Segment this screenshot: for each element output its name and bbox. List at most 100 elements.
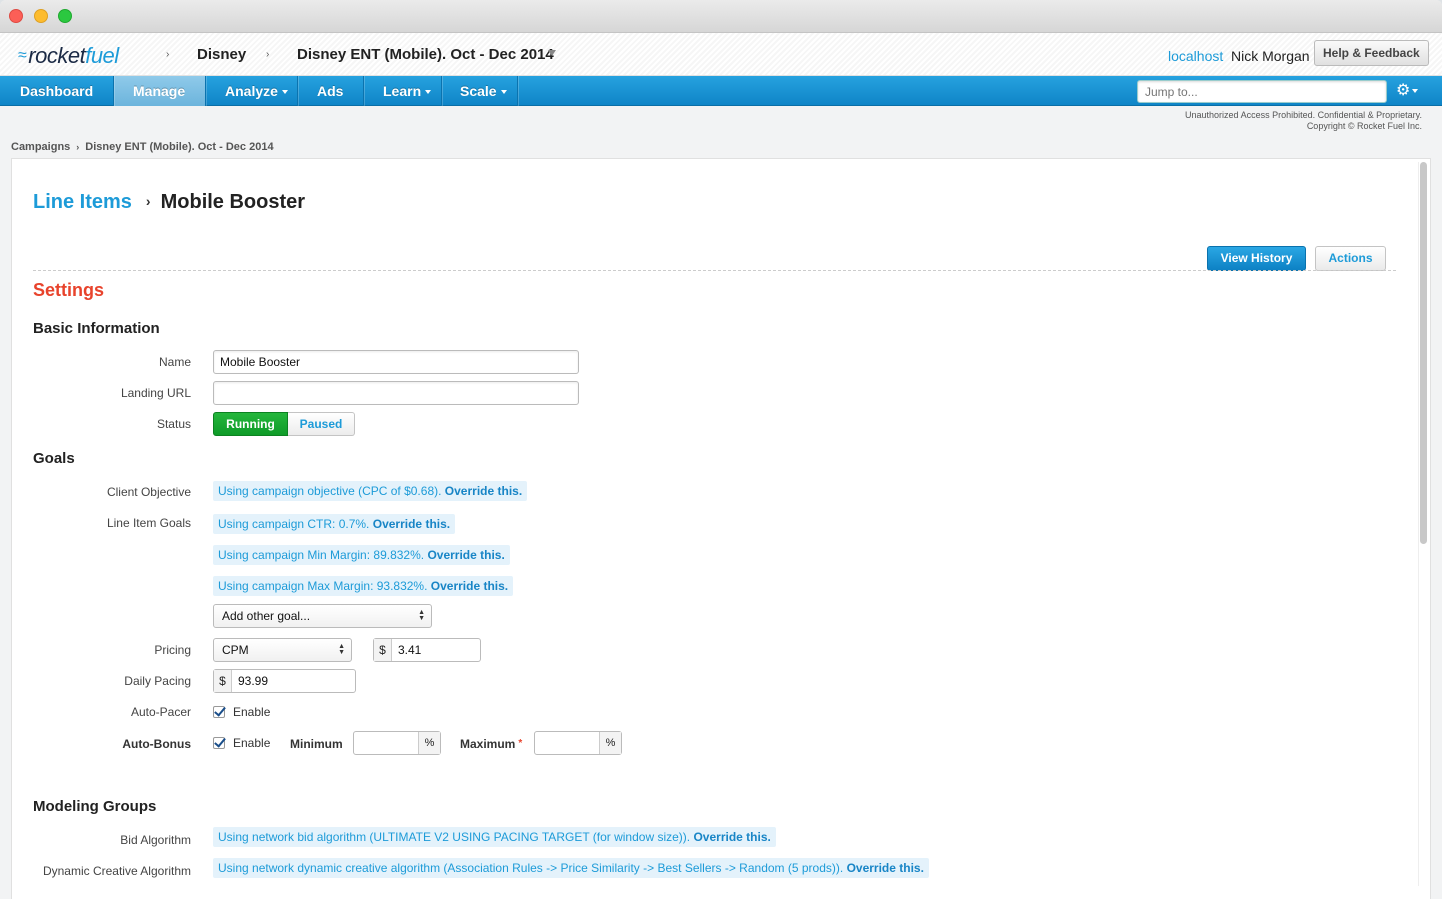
browser-window: ≈ rocket fuel › Disney › Disney ENT (Mobi… <box>0 0 1442 899</box>
auto-pacer-enable-label: Enable <box>233 705 271 719</box>
percent-symbol: % <box>599 732 621 754</box>
maximum-label: Maximum * <box>460 737 522 751</box>
rocketfuel-logo[interactable]: ≈ rocket fuel <box>18 43 119 69</box>
maximize-window-button[interactable] <box>58 9 72 23</box>
currency-symbol: $ <box>214 670 232 692</box>
modeling-groups-heading: Modeling Groups <box>33 798 157 815</box>
pricing-type-select[interactable]: CPM ▲ ▼ <box>213 638 352 662</box>
override-client-objective-link[interactable]: Override this. <box>445 484 522 498</box>
percent-symbol: % <box>418 732 440 754</box>
scrollbar-thumb[interactable] <box>1420 162 1427 544</box>
chevron-right-icon: › <box>145 193 151 209</box>
nav-dashboard[interactable]: Dashboard <box>20 76 93 106</box>
goal-min-margin-text: Using campaign Min Margin: 89.832%. <box>218 548 425 562</box>
minimize-window-button[interactable] <box>34 9 48 23</box>
client-objective-label: Client Objective <box>106 485 191 499</box>
auto-bonus-checkbox[interactable]: Enable <box>213 736 270 750</box>
status-toggle: Running Paused <box>213 412 355 436</box>
auto-bonus-enable-label: Enable <box>233 736 271 750</box>
name-input[interactable]: Mobile Booster <box>213 350 579 374</box>
view-history-button[interactable]: View History <box>1207 246 1306 271</box>
currency-symbol: $ <box>374 639 392 661</box>
auto-pacer-checkbox[interactable]: Enable <box>213 705 270 719</box>
close-window-button[interactable] <box>9 9 23 23</box>
dca-pill: Using network dynamic creative algorithm… <box>213 858 929 878</box>
breadcrumb-current[interactable]: Disney ENT (Mobile). Oct - Dec 2014 <box>85 141 273 153</box>
nav-ads[interactable]: Ads <box>317 76 343 106</box>
main-content: Line Items › Mobile Booster View History A… <box>11 158 1431 899</box>
caret-down-icon <box>1412 88 1419 93</box>
host-link[interactable]: localhost <box>1168 48 1223 64</box>
landing-url-label: Landing URL <box>120 386 191 400</box>
dca-label: Dynamic Creative Algorithm <box>42 864 191 878</box>
auto-bonus-label: Auto-Bonus <box>122 737 191 751</box>
checkbox-checked-icon <box>213 706 225 718</box>
app-header: ≈ rocket fuel › Disney › Disney ENT (Mobi… <box>0 33 1442 76</box>
pricing-value-input[interactable]: $ 3.41 <box>373 638 481 662</box>
breadcrumb: Campaigns › Disney ENT (Mobile). Oct - Dec… <box>11 141 274 153</box>
bid-algorithm-pill: Using network bid algorithm (ULTIMATE V2… <box>213 827 776 847</box>
auto-pacer-label: Auto-Pacer <box>130 705 191 719</box>
override-min-margin-link[interactable]: Override this. <box>427 548 504 562</box>
daily-pacing-label: Daily Pacing <box>124 674 191 688</box>
header-crumb-advertiser[interactable]: Disney <box>197 46 246 63</box>
override-max-margin-link[interactable]: Override this. <box>431 579 508 593</box>
select-arrows-icon: ▲ ▼ <box>418 609 425 622</box>
nav-scale[interactable]: Scale <box>460 76 507 106</box>
user-name[interactable]: Nick Morgan <box>1231 48 1310 64</box>
name-label: Name <box>158 355 191 369</box>
chevron-right-icon: › <box>76 142 80 152</box>
required-mark: * <box>518 738 523 749</box>
maximum-value <box>535 732 599 754</box>
caret-down-icon <box>281 90 288 95</box>
status-label: Status <box>156 417 191 431</box>
minimum-value <box>354 732 418 754</box>
daily-pacing-input[interactable]: $ 93.99 <box>213 669 356 693</box>
gear-icon[interactable]: ⚙ <box>1396 81 1419 101</box>
maximum-text: Maximum <box>460 737 516 751</box>
auto-bonus-maximum-input[interactable]: % <box>534 731 622 755</box>
header-crumb-campaign[interactable]: Disney ENT (Mobile). Oct - Dec 2014 <box>297 46 554 63</box>
goal-max-margin-pill: Using campaign Max Margin: 93.832%. Over… <box>213 576 514 596</box>
nav-learn[interactable]: Learn <box>383 76 432 106</box>
jump-to-input[interactable] <box>1137 80 1387 103</box>
landing-url-input[interactable] <box>213 381 579 405</box>
nav-scale-label: Scale <box>460 83 497 99</box>
override-bid-algorithm-link[interactable]: Override this. <box>693 830 770 844</box>
legal-notice: Unauthorized Access Prohibited. Confiden… <box>1185 110 1422 132</box>
nav-divider <box>113 76 114 106</box>
line-item-name: Mobile Booster <box>160 191 306 213</box>
nav-manage[interactable]: Manage <box>133 76 185 106</box>
nav-divider <box>205 76 206 106</box>
caret-down-icon <box>500 90 507 95</box>
override-ctr-link[interactable]: Override this. <box>373 517 450 531</box>
add-goal-select[interactable]: Add other goal... ▲ ▼ <box>213 604 432 628</box>
goals-heading: Goals <box>33 450 75 467</box>
legal-line-2: Copyright © Rocket Fuel Inc. <box>1306 121 1422 131</box>
window-titlebar <box>0 0 1442 33</box>
basic-info-heading: Basic Information <box>33 320 160 337</box>
status-paused-button[interactable]: Paused <box>288 412 355 436</box>
override-dca-link[interactable]: Override this. <box>847 861 924 875</box>
caret-down-icon[interactable] <box>548 50 556 56</box>
help-feedback-button[interactable]: Help & Feedback <box>1314 40 1429 66</box>
chevron-right-icon: › <box>266 49 270 60</box>
goal-min-margin-pill: Using campaign Min Margin: 89.832%. Over… <box>213 545 510 565</box>
pricing-type-value: CPM <box>222 643 249 657</box>
client-objective-pill: Using campaign objective (CPC of $0.68).… <box>213 481 528 501</box>
logo-suffix: fuel <box>85 43 119 68</box>
line-items-link[interactable]: Line Items <box>33 191 132 213</box>
bid-algorithm-label: Bid Algorithm <box>120 833 191 847</box>
swoosh-icon: ≈ <box>18 47 27 64</box>
caret-down-icon <box>425 90 432 95</box>
nav-divider <box>297 76 298 106</box>
actions-button[interactable]: Actions <box>1315 246 1386 271</box>
vertical-scrollbar[interactable] <box>1418 162 1427 886</box>
status-running-button[interactable]: Running <box>213 412 288 436</box>
pricing-value: 3.41 <box>398 643 422 657</box>
nav-analyze[interactable]: Analyze <box>225 76 288 106</box>
auto-bonus-minimum-input[interactable]: % <box>353 731 441 755</box>
breadcrumb-campaigns[interactable]: Campaigns <box>11 141 70 153</box>
legal-line-1: Unauthorized Access Prohibited. Confiden… <box>1185 110 1422 120</box>
client-objective-text: Using campaign objective (CPC of $0.68). <box>218 484 442 498</box>
